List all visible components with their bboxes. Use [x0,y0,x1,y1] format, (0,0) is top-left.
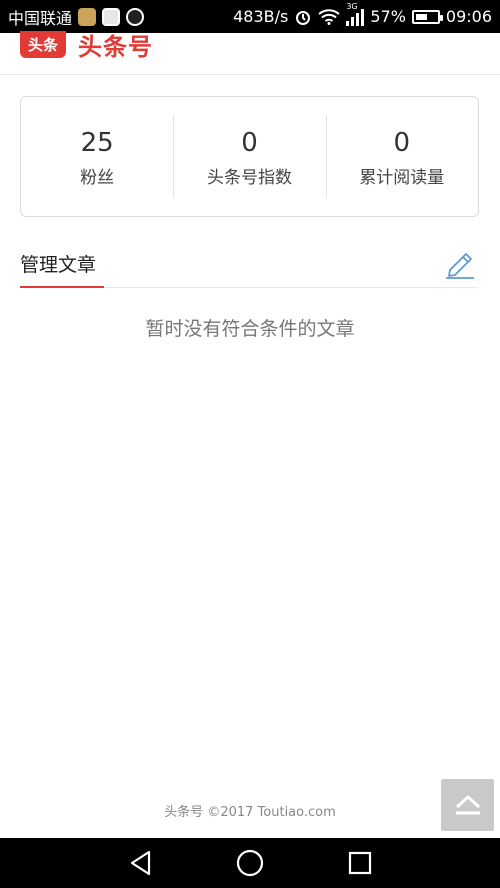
system-navigation-bar [0,838,500,888]
alarm-icon [296,10,311,25]
nav-recents-button[interactable] [342,845,378,881]
active-tab-indicator [20,286,104,288]
empty-articles-message: 暂时没有符合条件的文章 [145,318,355,340]
stat-value: 0 [241,128,258,158]
qq-notification-icon [126,7,145,26]
back-icon [130,850,151,876]
network-speed: 483B/s [233,7,289,26]
wifi-icon [318,8,340,25]
recents-icon [348,851,372,875]
stat-value: 25 [80,128,114,158]
nav-back-button[interactable] [122,845,158,881]
network-type: 3G [346,1,358,11]
manage-articles-header: 管理文章 [20,244,478,288]
battery-icon [411,9,443,24]
footer-copyright: 头条号 ©2017 Toutiao.com [164,805,336,820]
toutiao-logo-badge[interactable]: 头条 [20,31,66,58]
stat-label: 头条号指数 [206,168,292,188]
status-bar: 中国联通 483B/s 3G 57% 09:06 [0,0,500,33]
toutiao-logo-text[interactable]: 头条号 [78,27,153,62]
stat-index[interactable]: 0 头条号指数 [173,97,325,216]
chevron-up-icon [455,795,480,815]
carrier-label: 中国联通 [8,8,73,28]
back-to-top-button[interactable] [441,779,494,831]
nav-home-button[interactable] [232,845,268,881]
edit-pencil-icon[interactable] [444,246,476,280]
tab-manage-articles[interactable]: 管理文章 [20,250,96,277]
stat-value: 0 [393,128,411,158]
stat-followers[interactable]: 25 粉丝 [21,97,173,216]
stat-label: 粉丝 [80,168,115,188]
calendar-notification-icon [102,7,121,26]
clock: 09:06 [445,7,492,26]
stat-total-reads[interactable]: 0 累计阅读量 [325,97,478,216]
stats-card: 25 粉丝 0 头条号指数 0 累计阅读量 [20,96,479,217]
notification-app-icon [78,7,97,26]
signal-icon: 3G [346,2,365,26]
stat-label: 累计阅读量 [359,168,445,188]
home-icon [236,849,264,877]
battery-percent: 57% [370,7,406,26]
app-header: 头条 头条号 [0,31,500,75]
